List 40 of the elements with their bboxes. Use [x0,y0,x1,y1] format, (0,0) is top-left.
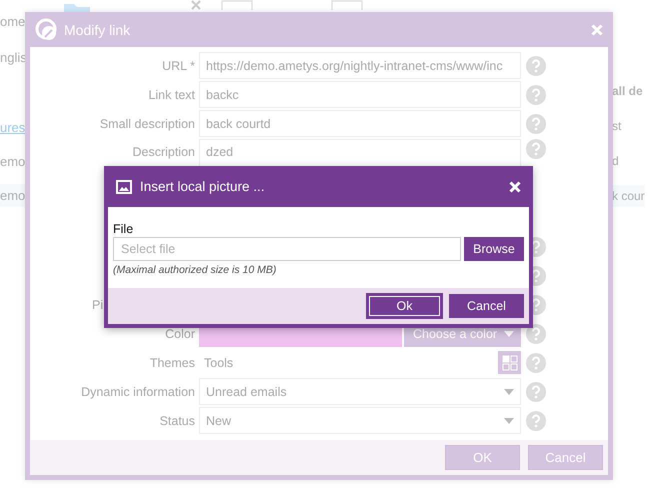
caret-icon [504,418,514,424]
caret-icon [504,388,514,394]
field-label: Small description [98,116,195,130]
help-icon[interactable] [526,324,546,344]
column-header: all de [612,83,643,100]
table-cell-text: nglis [0,49,28,67]
grid-icon[interactable] [498,351,521,374]
table-cell-text: emo [0,153,26,171]
dialog-button[interactable]: Cancel [449,294,524,318]
text-field[interactable]: https://demo.ametys.org/nightly-intranet-cms/www/inc [199,52,521,79]
field-value: Tools [203,356,234,370]
dialog-title: Insert local picture ... [140,179,265,194]
table-cell: emo [0,184,28,207]
browse-button[interactable]: Browse [464,237,524,261]
image-icon [116,180,132,194]
text-field[interactable]: back courtd [199,110,521,137]
field-label: File [113,222,134,236]
toolbar-icon[interactable] [221,0,253,10]
field-label: Dynamic information [80,384,195,398]
dialog-button[interactable]: Cancel [528,445,603,470]
table-cell: k cour [612,185,645,207]
dropdown[interactable]: New [199,407,521,434]
field-label: Description [131,145,195,159]
field-label: URL * [161,58,195,72]
file-field[interactable]: Select file [113,237,461,261]
toolbar-icon[interactable] [331,0,363,10]
dialog-button[interactable]: OK [445,445,520,470]
link[interactable]: ures [0,116,28,139]
dropdown[interactable]: Unread emails [199,378,521,405]
field-label: Color [164,326,195,340]
hint-text: (Maximal authorized size is 10 MB) [113,264,278,276]
text-field[interactable]: backc [199,81,521,108]
dialog-button[interactable]: Ok [367,294,442,318]
dialog-title: Modify link [64,22,130,38]
field-label: Themes [148,356,195,370]
caret-icon [504,330,514,336]
field-label: Status [158,414,195,428]
tab-label[interactable]: ome [0,10,28,33]
field-label: Pi [91,298,104,312]
field-label: Link text [147,88,195,102]
